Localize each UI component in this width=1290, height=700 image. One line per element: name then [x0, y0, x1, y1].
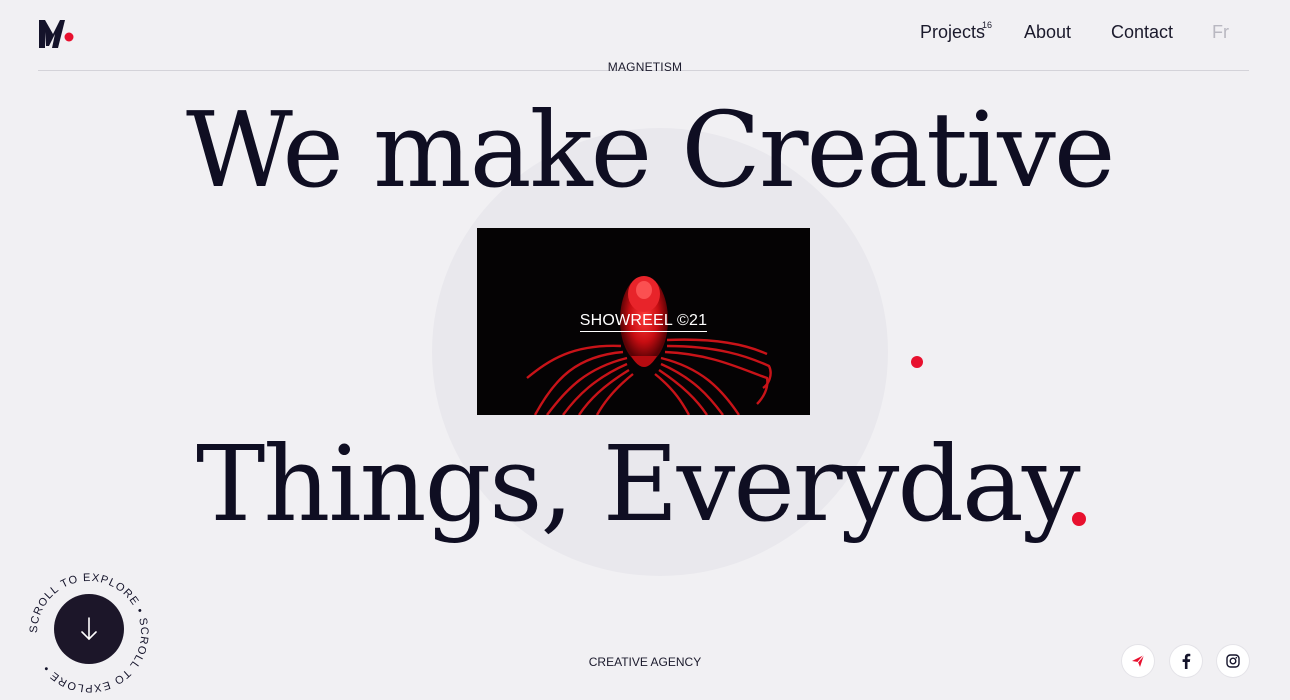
scroll-to-explore-button[interactable]: SCROLL TO EXPLORE • SCROLL TO EXPLORE •	[28, 572, 150, 694]
instagram-button[interactable]	[1217, 645, 1249, 677]
brand-caption: MAGNETISM	[607, 60, 683, 74]
send-icon	[1132, 654, 1145, 667]
headline-period-dot	[1072, 512, 1086, 526]
nav-projects-link[interactable]: Projects	[920, 22, 985, 50]
nav-about-link[interactable]: About	[1024, 22, 1071, 50]
showreel-video[interactable]: SHOWREEL ©21	[477, 228, 810, 415]
magnetism-logo-icon[interactable]	[38, 18, 78, 50]
showreel-label-text: SHOWREEL ©21	[579, 312, 708, 332]
facebook-icon	[1182, 653, 1191, 669]
language-switch-link[interactable]: Fr	[1212, 22, 1229, 50]
accent-dot	[911, 356, 923, 368]
showreel-label[interactable]: SHOWREEL ©21	[477, 312, 810, 332]
projects-count-badge: 16	[982, 20, 993, 30]
hero-headline-line1: We make Creative	[186, 89, 1115, 211]
nav-contact-link[interactable]: Contact	[1111, 22, 1173, 50]
instagram-icon	[1226, 654, 1240, 668]
send-button[interactable]	[1122, 645, 1154, 677]
facebook-button[interactable]	[1170, 645, 1202, 677]
hero-headline-line2: Things, Everyday	[196, 423, 1081, 545]
footer-caption: CREATIVE AGENCY	[588, 655, 702, 669]
